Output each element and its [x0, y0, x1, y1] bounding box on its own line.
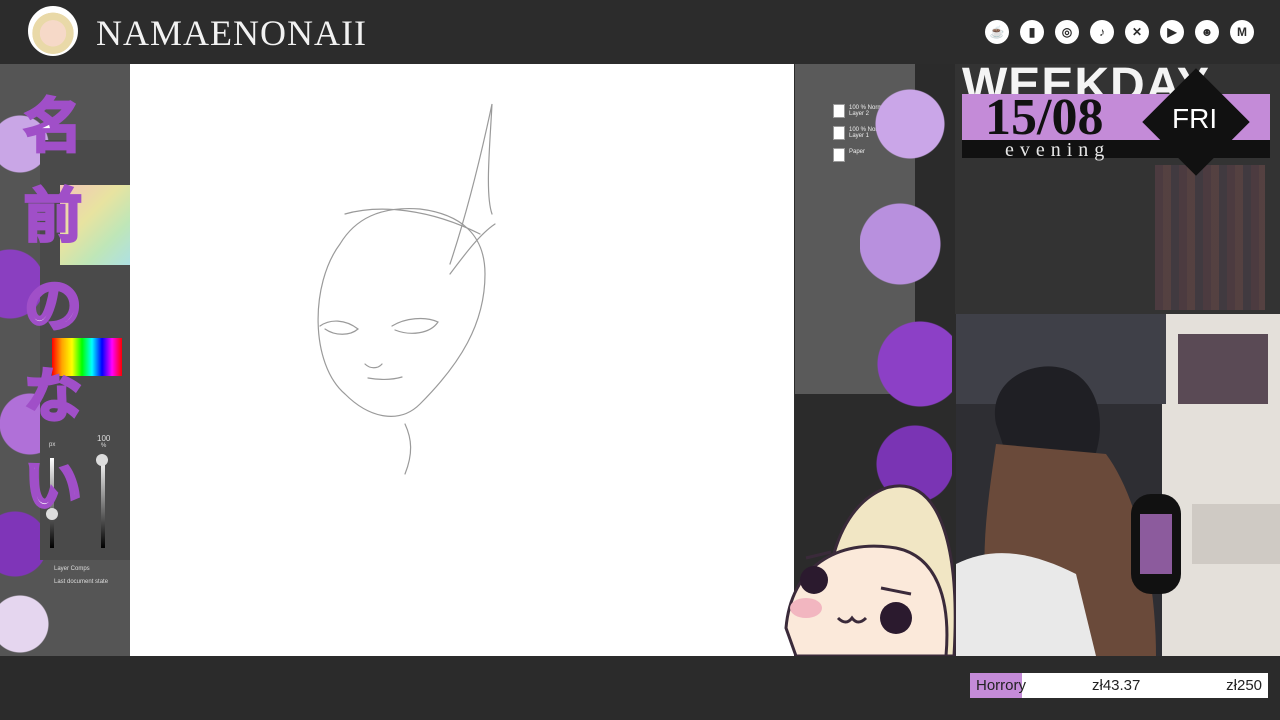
webcam-image [956, 314, 1280, 656]
title-char: な [22, 363, 83, 431]
title-char: 前 [22, 183, 83, 251]
brush-size-unit: % [101, 443, 107, 449]
opacity-slider[interactable] [101, 458, 105, 548]
gmail-icon[interactable]: M [1230, 20, 1254, 44]
instagram-icon[interactable]: ◎ [1055, 20, 1079, 44]
layer-thumbnail [833, 104, 845, 118]
social-links: ☕ ▮ ◎ ♪ ✕ ▶ ☻ M [985, 20, 1254, 44]
document-state-label: Last document state [54, 579, 109, 585]
chibi-mascot [784, 484, 956, 656]
channel-avatar [28, 6, 78, 56]
layer-comps-label: Layer Comps [54, 566, 90, 572]
title-char: い [22, 453, 83, 521]
top-bar: NAMAENONAII ☕ ▮ ◎ ♪ ✕ ▶ ☻ M [0, 0, 1280, 64]
webcam-feed [956, 314, 1280, 656]
kofi-icon[interactable]: ☕ [985, 20, 1009, 44]
channel-name: NAMAENONAII [96, 13, 367, 53]
title-char: 名 [22, 93, 83, 161]
schedule-time-of-day: evening [1005, 139, 1111, 161]
discord-icon[interactable]: ☻ [1195, 20, 1219, 44]
donation-goal-bar: Horrory zł43.37 zł250 [970, 673, 1268, 698]
brush-size-value: 100 [97, 434, 111, 443]
goal-current: zł43.37 [1092, 677, 1141, 694]
goal-target: zł250 [1226, 677, 1262, 694]
drawing-canvas[interactable] [130, 64, 794, 656]
youtube-icon[interactable]: ▶ [1160, 20, 1184, 44]
opacity-slider-knob[interactable] [96, 454, 108, 466]
right-flower-decoration [860, 64, 952, 504]
layer-thumbnail [833, 148, 845, 162]
tiktok-icon[interactable]: ♪ [1090, 20, 1114, 44]
layer-thumbnail [833, 126, 845, 140]
goal-label: Horrory [976, 677, 1027, 694]
vertical-japanese-title: 名 前 の な い [18, 82, 88, 532]
schedule-day: FRI [1172, 103, 1218, 134]
twitch-icon[interactable]: ▮ [1020, 20, 1044, 44]
sketch-drawing [317, 103, 496, 475]
x-icon[interactable]: ✕ [1125, 20, 1149, 44]
title-char: の [22, 273, 83, 341]
swatch-panel-ghost [1155, 165, 1265, 310]
